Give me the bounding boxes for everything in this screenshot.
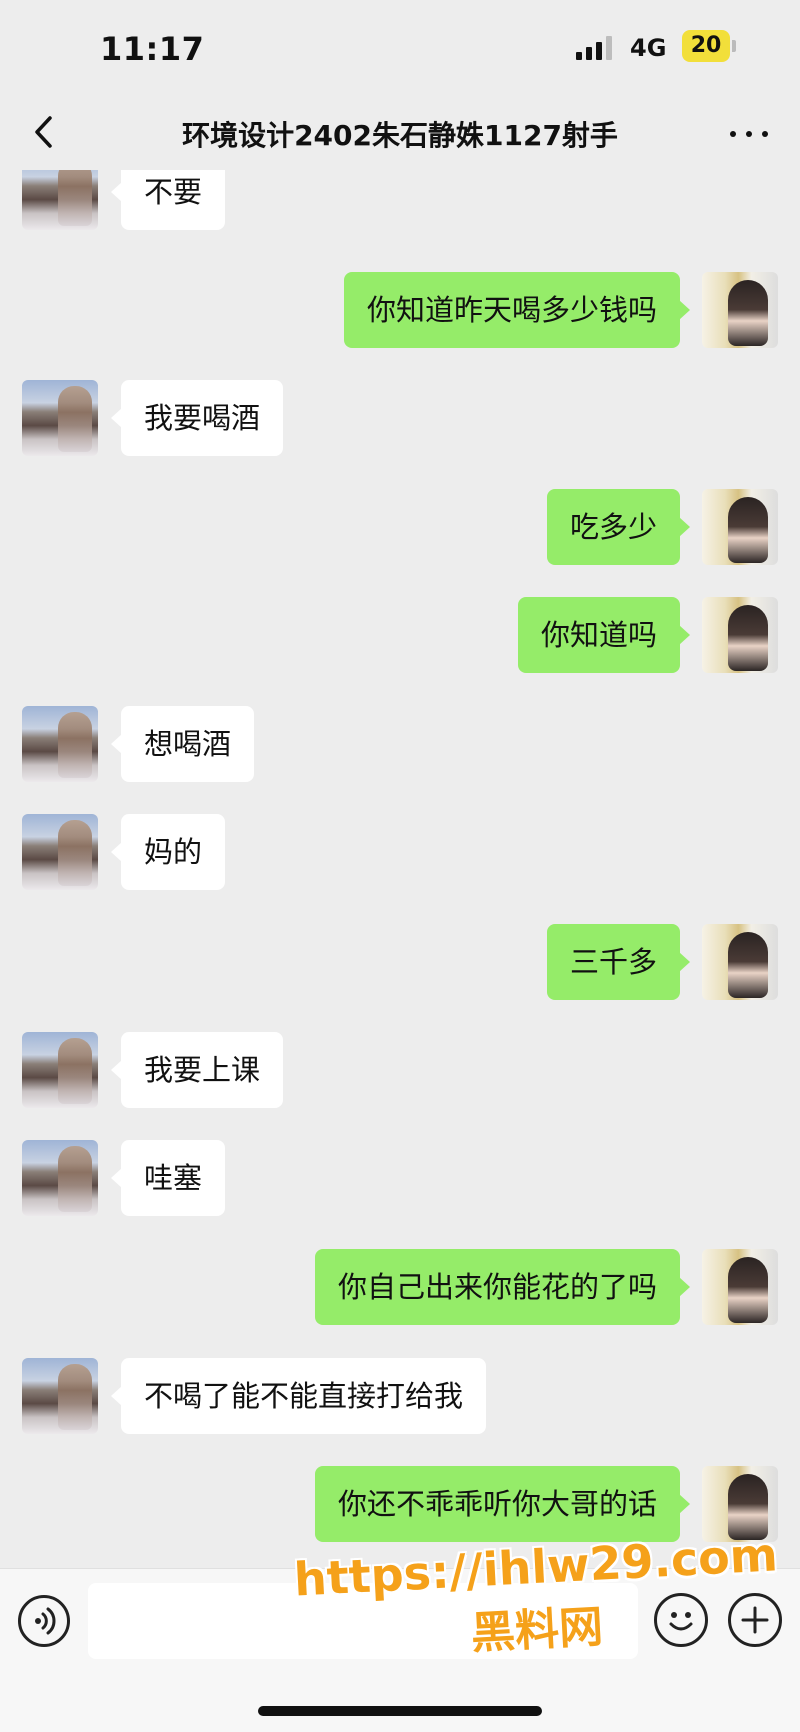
message-list[interactable]: 不要 你知道昨天喝多少钱吗 我要喝酒 吃多少 你知道吗 想喝酒 妈的 三千多 我…	[0, 170, 800, 1568]
battery-icon	[732, 40, 736, 52]
message-row: 我要喝酒	[0, 380, 800, 458]
message-row: 你自己出来你能花的了吗	[0, 1249, 800, 1327]
message-bubble[interactable]: 你知道吗	[517, 597, 691, 673]
message-bubble[interactable]: 不喝了能不能直接打给我	[110, 1358, 487, 1434]
contact-avatar[interactable]	[22, 706, 98, 782]
message-bubble[interactable]: 哇塞	[110, 1140, 226, 1216]
battery-level: 20	[682, 30, 730, 62]
message-row: 吃多少	[0, 489, 800, 567]
more-dots-icon[interactable]	[726, 118, 774, 148]
message-bubble[interactable]: 我要喝酒	[110, 380, 284, 456]
self-avatar[interactable]	[702, 924, 778, 1000]
message-row: 妈的	[0, 814, 800, 892]
contact-avatar[interactable]	[22, 1140, 98, 1216]
contact-avatar[interactable]	[22, 170, 98, 230]
message-row: 不喝了能不能直接打给我	[0, 1358, 800, 1436]
clock: 11:17	[100, 30, 205, 68]
message-row: 三千多	[0, 924, 800, 1002]
self-avatar[interactable]	[702, 272, 778, 348]
message-bubble[interactable]: 妈的	[110, 814, 226, 890]
emoji-icon[interactable]	[654, 1593, 708, 1647]
plus-icon[interactable]	[728, 1593, 782, 1647]
message-row: 不要	[0, 170, 800, 232]
contact-avatar[interactable]	[22, 1032, 98, 1108]
message-bubble[interactable]: 你知道昨天喝多少钱吗	[343, 272, 691, 348]
self-avatar[interactable]	[702, 489, 778, 565]
message-bubble[interactable]: 不要	[110, 170, 226, 230]
self-avatar[interactable]	[702, 1466, 778, 1542]
message-row: 你还不乖乖听你大哥的话	[0, 1466, 800, 1544]
message-bubble[interactable]: 吃多少	[546, 489, 691, 565]
status-bar: 11:17 4G 20	[0, 0, 800, 96]
message-bubble[interactable]: 你还不乖乖听你大哥的话	[314, 1466, 691, 1542]
back-chevron-icon[interactable]	[24, 110, 68, 154]
voice-icon[interactable]	[18, 1595, 70, 1647]
contact-avatar[interactable]	[22, 380, 98, 456]
message-bubble[interactable]: 想喝酒	[110, 706, 255, 782]
self-avatar[interactable]	[702, 1249, 778, 1325]
network-type: 4G	[630, 34, 667, 62]
chat-title: 环境设计2402朱石静姝1127射手	[182, 119, 618, 152]
contact-avatar[interactable]	[22, 1358, 98, 1434]
message-bubble[interactable]: 你自己出来你能花的了吗	[314, 1249, 691, 1325]
self-avatar[interactable]	[702, 597, 778, 673]
signal-icon	[576, 36, 622, 60]
message-row: 你知道昨天喝多少钱吗	[0, 272, 800, 350]
home-indicator[interactable]	[258, 1706, 542, 1716]
contact-avatar[interactable]	[22, 814, 98, 890]
message-bubble[interactable]: 我要上课	[110, 1032, 284, 1108]
chat-header: 环境设计2402朱石静姝1127射手	[0, 96, 800, 170]
message-row: 我要上课	[0, 1032, 800, 1110]
message-row: 哇塞	[0, 1140, 800, 1218]
message-input[interactable]	[88, 1583, 638, 1659]
message-row: 你知道吗	[0, 597, 800, 675]
message-row: 想喝酒	[0, 706, 800, 784]
message-bubble[interactable]: 三千多	[546, 924, 691, 1000]
